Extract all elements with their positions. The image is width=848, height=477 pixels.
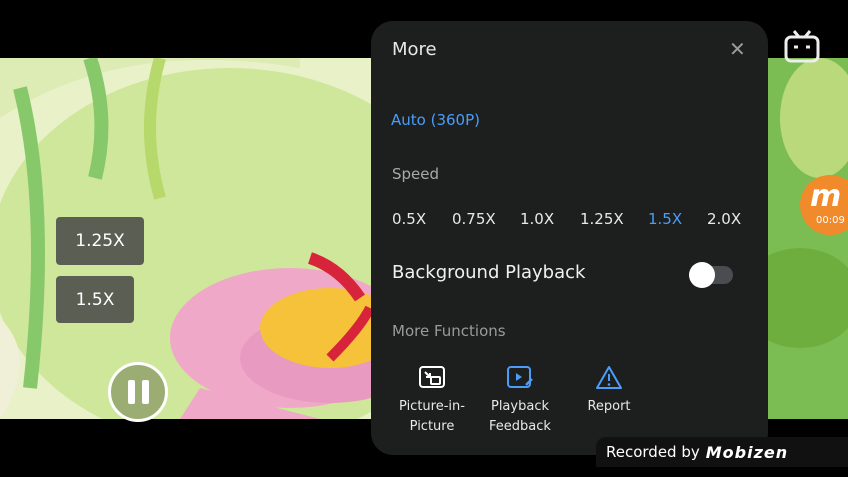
report-label: Report xyxy=(587,399,631,414)
warning-icon xyxy=(596,366,622,389)
recording-watermark: Recorded by Mobizen xyxy=(596,437,848,467)
playback-feedback-icon xyxy=(507,366,533,388)
recorded-by-text: Recorded by xyxy=(606,443,700,461)
recorder-timer: 00:09 xyxy=(816,215,845,226)
playback-feedback-label: Playback Feedback xyxy=(489,399,551,434)
picture-in-picture-icon xyxy=(419,366,445,388)
speed-option-1-5x[interactable]: 1.5X xyxy=(648,210,682,228)
playback-feedback-button[interactable]: Playback Feedback xyxy=(475,365,565,437)
mobizen-logo: Mobizen xyxy=(705,442,789,462)
speed-chip-1-25x[interactable]: 1.25X xyxy=(56,217,144,265)
speed-option-2-0x[interactable]: 2.0X xyxy=(707,210,741,228)
recorder-logo-icon: m xyxy=(810,179,842,214)
background-playback-label: Background Playback xyxy=(392,262,586,283)
background-playback-toggle[interactable] xyxy=(689,262,733,288)
speed-option-0-5x[interactable]: 0.5X xyxy=(392,210,426,228)
speed-label: Speed xyxy=(392,165,440,183)
speed-option-0-75x[interactable]: 0.75X xyxy=(452,210,496,228)
picture-in-picture-label: Picture-in- Picture xyxy=(399,399,465,434)
tv-icon[interactable] xyxy=(784,30,820,64)
speed-option-1-25x[interactable]: 1.25X xyxy=(580,210,624,228)
quality-option[interactable]: Auto (360P) xyxy=(391,111,480,129)
video-player[interactable]: 1.25X 1.5X m 00:09 More ✕ Auto (360P) Sp… xyxy=(0,0,848,477)
speed-chip-1-5x[interactable]: 1.5X xyxy=(56,276,134,323)
close-icon[interactable]: ✕ xyxy=(729,39,746,59)
report-button[interactable]: Report xyxy=(564,365,654,417)
more-panel: More ✕ Auto (360P) Speed 0.5X 0.75X 1.0X… xyxy=(371,21,768,455)
panel-title: More xyxy=(392,39,437,60)
picture-in-picture-button[interactable]: Picture-in- Picture xyxy=(387,365,477,437)
speed-option-1-0x[interactable]: 1.0X xyxy=(520,210,554,228)
more-functions-label: More Functions xyxy=(392,322,506,340)
pause-button[interactable] xyxy=(108,362,168,422)
pause-icon xyxy=(127,380,135,404)
